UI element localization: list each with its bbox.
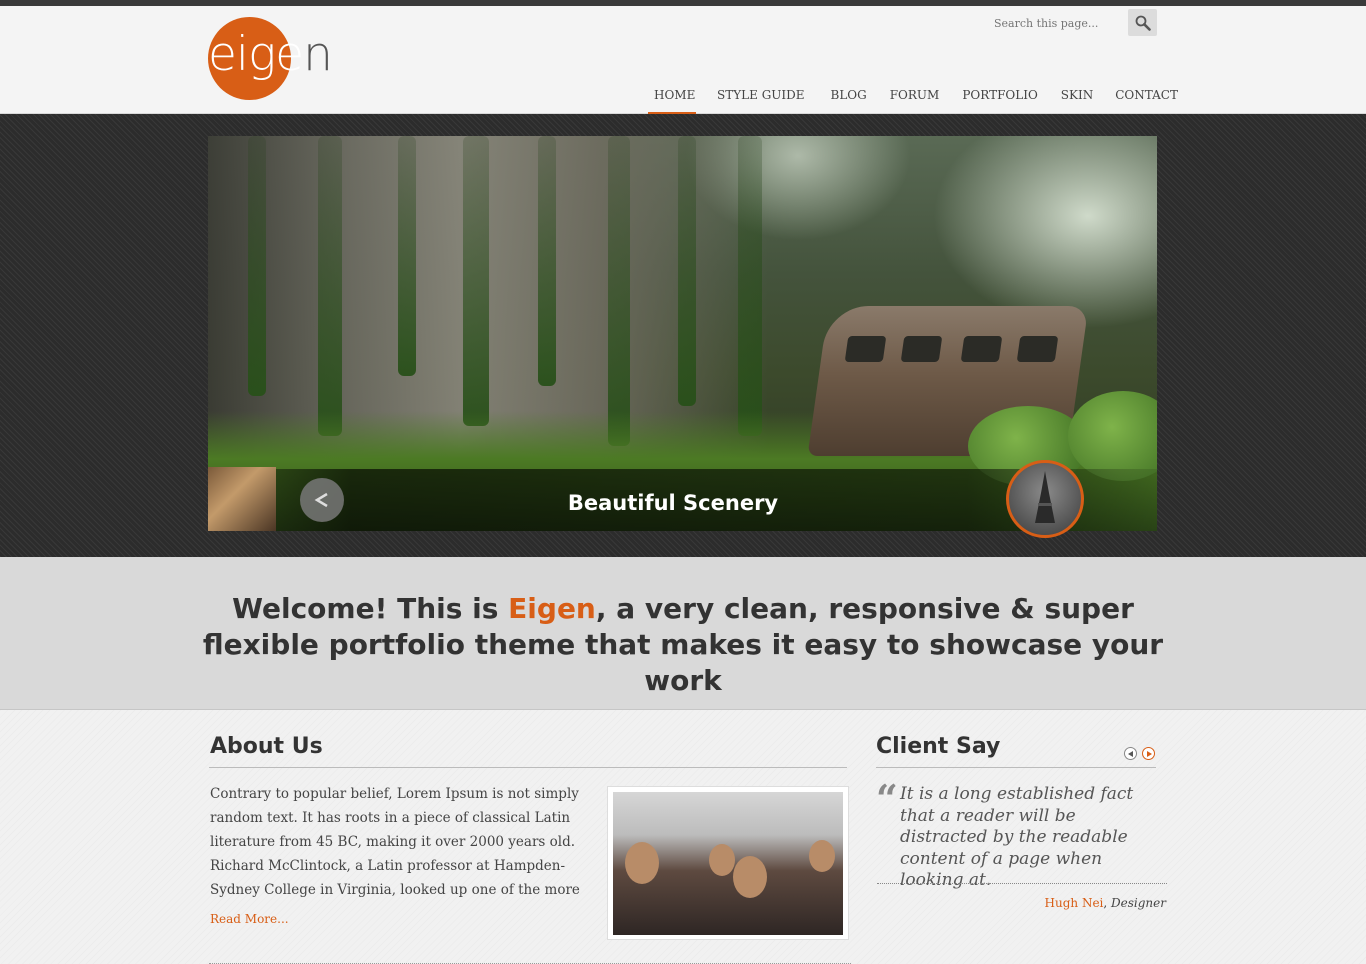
divider: [209, 767, 847, 768]
divider: [877, 883, 1167, 884]
photo-face: [809, 840, 835, 872]
slide-vine: [538, 136, 556, 386]
nav-contact[interactable]: CONTACT: [1115, 82, 1178, 114]
nav-forum[interactable]: FORUM: [890, 82, 940, 114]
nav-skin[interactable]: SKIN: [1061, 82, 1093, 114]
nav-home[interactable]: HOME: [648, 82, 696, 115]
testimonial-author: Hugh Nei, Designer: [1044, 896, 1166, 910]
testimonial-prev-button[interactable]: [1124, 747, 1137, 760]
content-section: About Us Contrary to popular belief, Lor…: [0, 710, 1366, 964]
photo-face: [709, 844, 735, 876]
slide-vine: [398, 136, 416, 376]
slide-vine: [678, 136, 696, 406]
photo-face: [625, 842, 659, 884]
train-window: [960, 336, 1003, 362]
site-header: eigen HOME STYLE GUIDE BLOG FORUM PORTFO…: [0, 6, 1366, 115]
team-photo: [613, 792, 843, 935]
logo-text: eigen: [208, 27, 333, 82]
slide-vine: [608, 136, 630, 446]
search-icon: [1135, 15, 1151, 31]
hero-section: Beautiful Scenery: [0, 114, 1366, 557]
slide-caption: Beautiful Scenery: [567, 491, 779, 515]
search-form: [988, 9, 1157, 37]
testimonial-next-button[interactable]: [1142, 747, 1155, 760]
nav-style-guide[interactable]: STYLE GUIDE: [717, 82, 805, 114]
testimonial-quote: It is a long established fact that a rea…: [900, 784, 1134, 890]
search-input[interactable]: [988, 9, 1126, 37]
logo[interactable]: eigen: [208, 17, 333, 101]
about-photo: [607, 786, 849, 940]
train-window: [1016, 336, 1059, 362]
train-window: [900, 336, 943, 362]
about-title: About Us: [210, 734, 323, 759]
slider[interactable]: Beautiful Scenery: [208, 136, 1157, 531]
divider: [876, 767, 1156, 768]
arrow-right-icon: [1146, 750, 1152, 757]
author-role: Designer: [1111, 896, 1166, 910]
about-body: Contrary to popular belief, Lorem Ipsum …: [210, 786, 580, 898]
eiffel-tower-icon: [1035, 471, 1055, 523]
arrow-left-icon: [1127, 750, 1133, 757]
search-button[interactable]: [1128, 9, 1157, 36]
slide-vine: [318, 136, 342, 436]
slide-vine: [248, 136, 266, 396]
welcome-headline: Welcome! This is Eigen, a very clean, re…: [202, 592, 1164, 697]
quote-icon: “: [876, 776, 898, 821]
main-nav: HOME STYLE GUIDE BLOG FORUM PORTFOLIO SK…: [648, 82, 1178, 115]
photo-face: [733, 856, 767, 898]
train-window: [844, 336, 887, 362]
slide-vine: [463, 136, 489, 426]
nav-blog[interactable]: BLOG: [831, 82, 867, 114]
welcome-banner: Welcome! This is Eigen, a very clean, re…: [0, 557, 1366, 710]
next-slide-thumbnail[interactable]: [1006, 460, 1084, 538]
client-say-title: Client Say: [876, 734, 1001, 759]
brand-name: Eigen: [508, 592, 596, 625]
slide-vine: [738, 136, 762, 436]
read-more-link[interactable]: Read More...: [210, 912, 289, 926]
author-name[interactable]: Hugh Nei: [1045, 896, 1104, 910]
nav-portfolio[interactable]: PORTFOLIO: [962, 82, 1037, 114]
